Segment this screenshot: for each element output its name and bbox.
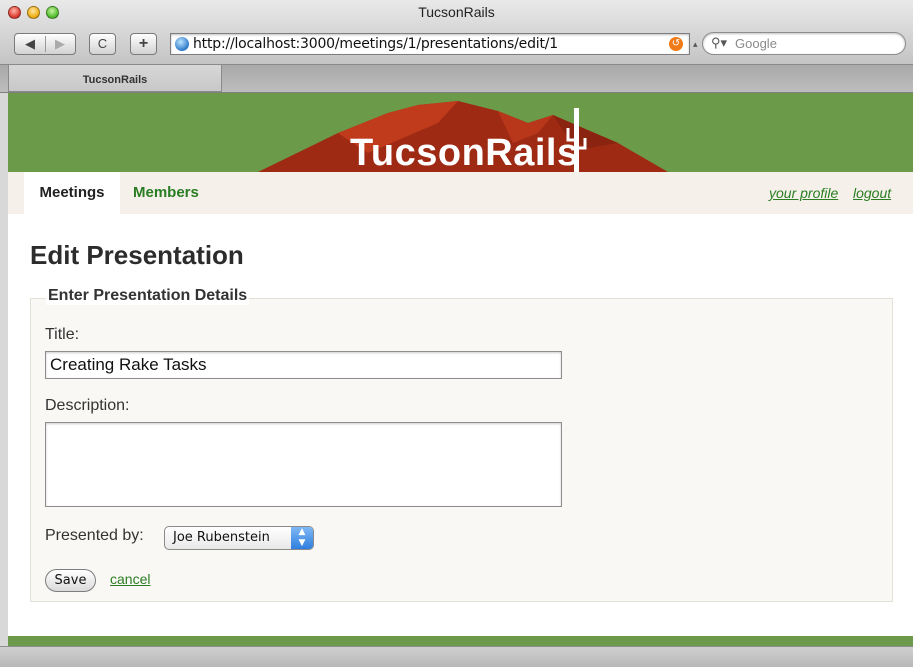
status-bar <box>0 646 913 667</box>
reload-icon[interactable]: C <box>89 33 116 55</box>
main-content: Edit Presentation Enter Presentation Det… <box>8 214 913 636</box>
nav-meetings[interactable]: Meetings <box>24 172 120 214</box>
window-title: TucsonRails <box>418 4 495 20</box>
address-bar[interactable]: http://localhost:3000/meetings/1/present… <box>170 33 690 55</box>
description-textarea[interactable] <box>45 422 562 507</box>
globe-icon <box>175 37 189 51</box>
search-field[interactable]: ⚲▾ Google <box>702 32 906 55</box>
select-arrows-icon: ▲ ▼ <box>291 527 313 549</box>
title-input[interactable]: Creating Rake Tasks <box>45 351 562 379</box>
site-nav: Meetings Members your profile logout <box>8 172 913 214</box>
page-title: Edit Presentation <box>30 240 244 270</box>
page-footer <box>8 636 913 646</box>
back-forward-buttons: ◀ ▶ <box>14 33 76 55</box>
add-bookmark-icon[interactable]: + <box>130 33 157 55</box>
url-dropdown-icon[interactable]: ▴ <box>693 39 698 50</box>
site-logo[interactable]: TucsonRails <box>350 131 579 172</box>
presenter-select[interactable]: Joe Rubenstein ▲ ▼ <box>164 526 314 550</box>
presented-by-label: Presented by: <box>45 527 144 544</box>
site-banner: TucsonRails <box>8 93 913 172</box>
presentation-details-fieldset: Enter Presentation Details Title: Creati… <box>30 287 893 602</box>
nav-members[interactable]: Members <box>133 172 199 214</box>
tab-tucsonrails[interactable]: TucsonRails <box>8 65 222 92</box>
browser-window: TucsonRails ◀ ▶ C + http://localhost:3000… <box>0 0 913 667</box>
title-label: Title: <box>45 326 80 343</box>
cancel-link[interactable]: cancel <box>110 571 150 587</box>
snapback-icon[interactable]: ↺ <box>669 37 683 51</box>
tab-strip: TucsonRails <box>0 65 913 93</box>
fieldset-legend: Enter Presentation Details <box>46 287 250 305</box>
web-page: TucsonRails Meetings Members your profil… <box>8 93 913 646</box>
presenter-selected-value: Joe Rubenstein <box>173 530 270 545</box>
forward-arrow-icon[interactable]: ▶ <box>45 34 75 54</box>
search-icon: ⚲▾ <box>711 35 728 50</box>
back-arrow-icon[interactable]: ◀ <box>15 34 45 54</box>
save-button[interactable]: Save <box>45 569 96 592</box>
description-label: Description: <box>45 397 130 414</box>
your-profile-link[interactable]: your profile <box>769 172 838 214</box>
browser-chrome: TucsonRails ◀ ▶ C + http://localhost:3000… <box>0 0 913 65</box>
search-placeholder: Google <box>735 36 777 51</box>
url-text[interactable]: http://localhost:3000/meetings/1/present… <box>193 36 558 52</box>
logout-link[interactable]: logout <box>853 172 891 214</box>
